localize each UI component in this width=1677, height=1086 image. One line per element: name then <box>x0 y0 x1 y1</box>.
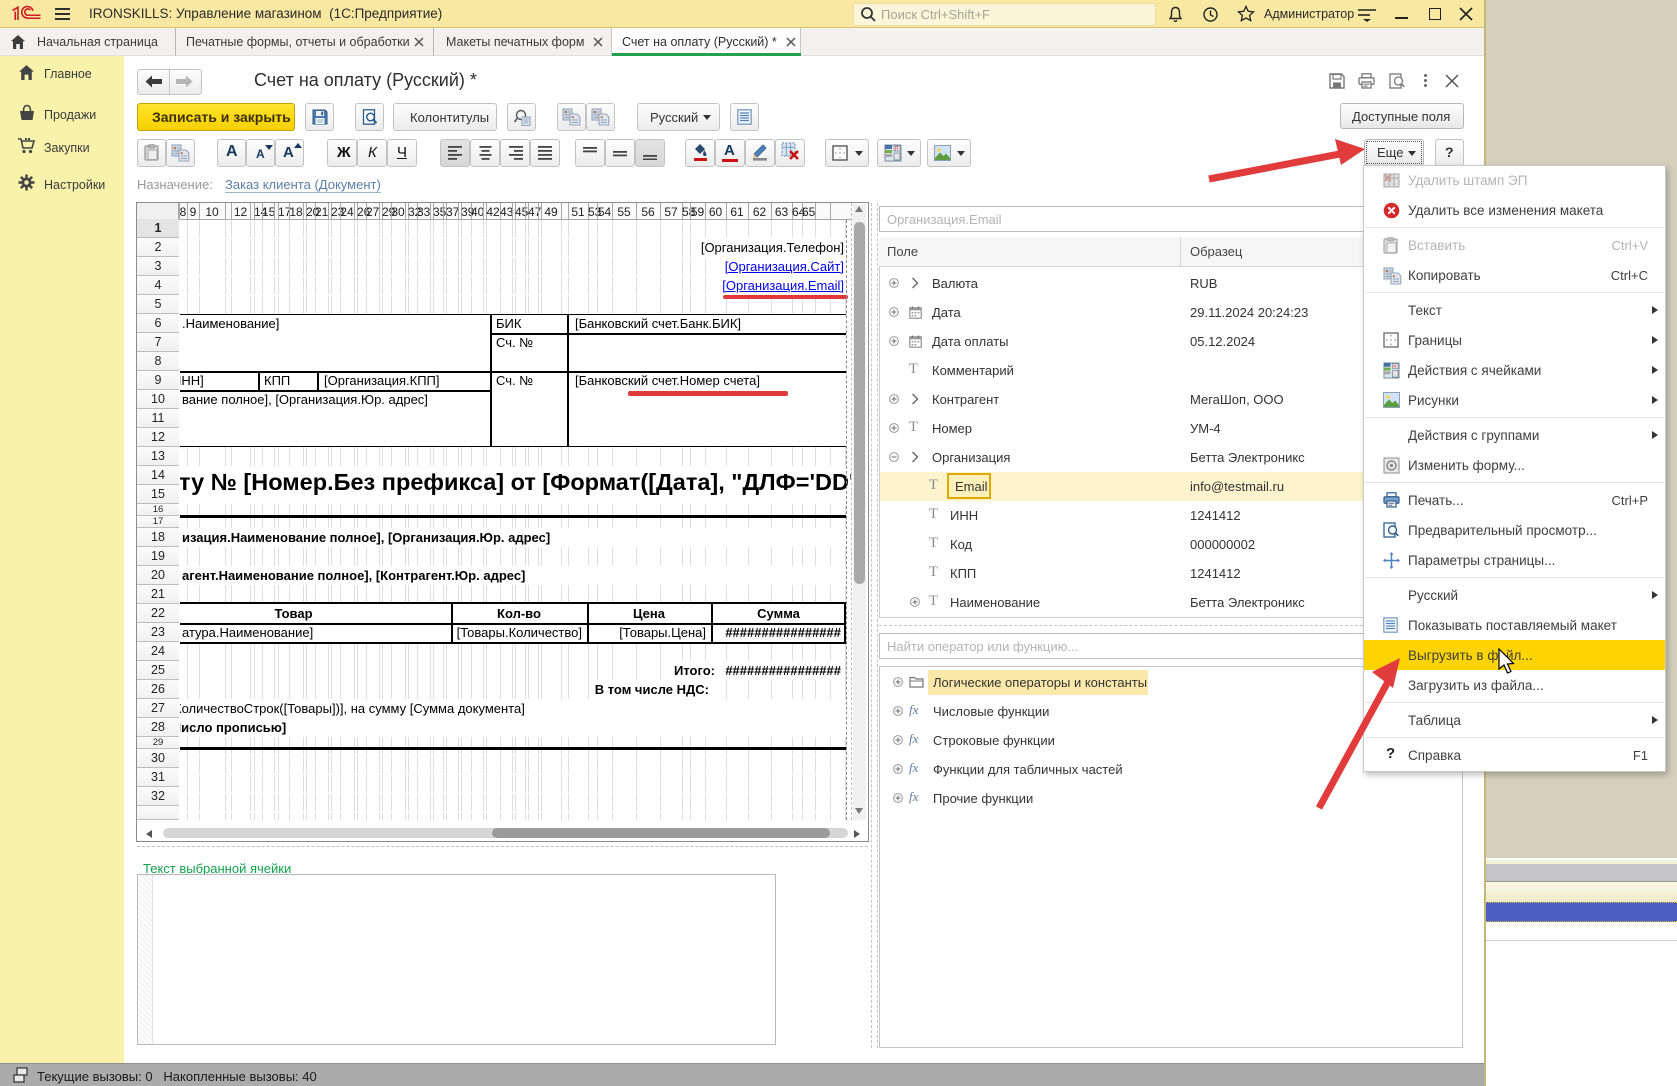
svg-text:R: R <box>895 147 899 153</box>
svg-text:R: R <box>1393 364 1397 370</box>
